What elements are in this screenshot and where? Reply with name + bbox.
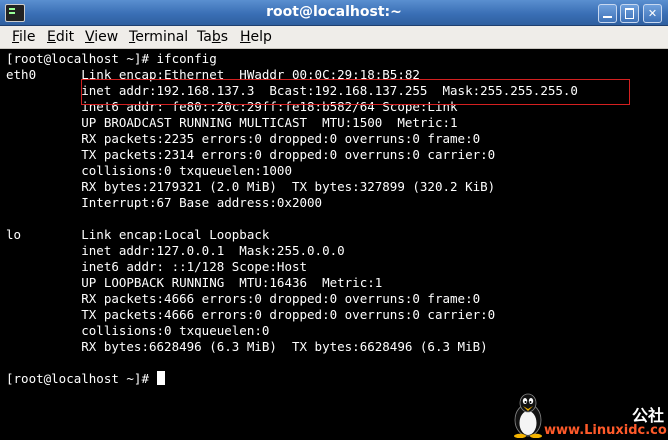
menu-terminal[interactable]: Terminal (129, 29, 188, 45)
terminal-line: UP BROADCAST RUNNING MULTICAST MTU:1500 … (6, 115, 458, 130)
text-cursor (156, 371, 165, 385)
terminal-window: root@localhost:~ ✕ File Edit View Termin… (0, 0, 668, 440)
menu-bar: File Edit View Terminal Tabs Help (0, 26, 668, 49)
maximize-icon (625, 8, 634, 19)
close-icon: ✕ (647, 7, 658, 20)
terminal-line: RX bytes:6628496 (6.3 MiB) TX bytes:6628… (6, 339, 488, 354)
terminal-line: TX packets:2314 errors:0 dropped:0 overr… (6, 147, 496, 162)
watermark-url: www.Linuxidc.com (544, 423, 668, 438)
terminal-line: [root@localhost ~]# ifconfig (6, 51, 217, 66)
maximize-button[interactable] (620, 4, 639, 23)
title-bar[interactable]: root@localhost:~ ✕ (0, 0, 668, 26)
window-title: root@localhost:~ (266, 4, 402, 20)
terminal-line: inet6 addr: ::1/128 Scope:Host (6, 259, 308, 274)
terminal-line: Interrupt:67 Base address:0x2000 (6, 195, 323, 210)
terminal-output[interactable]: [root@localhost ~]# ifconfig eth0 Link e… (0, 49, 668, 440)
tux-penguin-icon (514, 393, 542, 438)
terminal-line: UP LOOPBACK RUNNING MTU:16436 Metric:1 (6, 275, 383, 290)
menu-file[interactable]: File (12, 29, 35, 45)
terminal-line: lo Link encap:Local Loopback (6, 227, 270, 242)
close-button[interactable]: ✕ (643, 4, 662, 23)
terminal-line: collisions:0 txqueuelen:1000 (6, 163, 292, 178)
terminal-line: inet addr:127.0.0.1 Mask:255.0.0.0 (6, 243, 345, 258)
terminal-line: TX packets:4666 errors:0 dropped:0 overr… (6, 307, 496, 322)
minimize-button[interactable] (598, 4, 617, 23)
highlight-annotation-box (81, 79, 630, 105)
menu-view[interactable]: View (85, 29, 118, 45)
menu-tabs[interactable]: Tabs (197, 29, 228, 45)
terminal-line: RX packets:4666 errors:0 dropped:0 overr… (6, 291, 481, 306)
menu-edit[interactable]: Edit (47, 29, 74, 45)
shell-prompt: [root@localhost ~]# (6, 371, 157, 386)
terminal-line: collisions:0 txqueuelen:0 (6, 323, 270, 338)
terminal-prompt-line: [root@localhost ~]# (6, 371, 165, 387)
terminal-line: RX packets:2235 errors:0 dropped:0 overr… (6, 131, 481, 146)
minimize-icon (603, 16, 612, 18)
terminal-line: RX bytes:2179321 (2.0 MiB) TX bytes:3278… (6, 179, 496, 194)
menu-help[interactable]: Help (240, 29, 272, 45)
